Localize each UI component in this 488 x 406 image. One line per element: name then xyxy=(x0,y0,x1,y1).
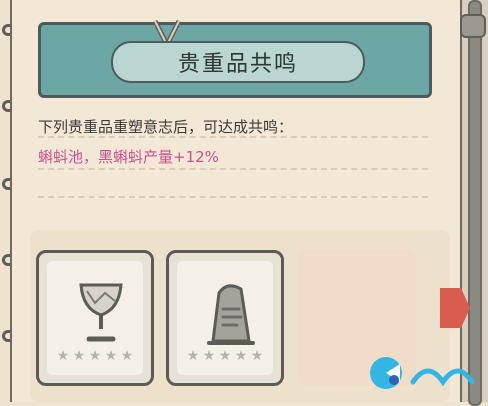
ruled-line xyxy=(38,168,428,170)
title-pill: 贵重品共鸣 xyxy=(111,41,365,83)
item-card-stone-tablet[interactable]: ★ ★ ★ ★ ★ xyxy=(166,250,284,386)
resonance-bonus: 蝌蚪池，黑蝌蚪产量+12% xyxy=(38,148,219,166)
star-icon: ★ xyxy=(202,348,216,364)
star-icon: ★ xyxy=(88,348,102,364)
ruled-line xyxy=(38,136,428,138)
right-edge xyxy=(460,0,488,406)
star-icon: ★ xyxy=(56,348,70,364)
star-icon: ★ xyxy=(250,348,264,364)
chalice-icon xyxy=(79,283,123,342)
resonance-description: 下列贵重品重塑意志后，可达成共鸣： xyxy=(38,118,294,136)
title-banner: 贵重品共鸣 xyxy=(38,19,432,98)
journal-page: 贵重品共鸣 下列贵重品重塑意志后，可达成共鸣： 蝌蚪池，黑蝌蚪产量+12% ★ … xyxy=(10,0,462,402)
star-icon: ★ xyxy=(72,348,86,364)
star-icon: ★ xyxy=(186,348,200,364)
ruled-line xyxy=(38,196,428,198)
watermark-logo xyxy=(370,357,475,389)
rating-stars: ★ ★ ★ ★ ★ xyxy=(47,349,143,363)
star-icon: ★ xyxy=(234,348,248,364)
star-icon: ★ xyxy=(218,348,232,364)
page-title: 贵重品共鸣 xyxy=(177,52,298,77)
stone-tablet-icon xyxy=(207,284,255,345)
rating-stars: ★ ★ ★ ★ ★ xyxy=(177,349,273,363)
star-icon: ★ xyxy=(104,348,118,364)
right-knob xyxy=(460,14,486,38)
card-inner: ★ ★ ★ ★ ★ xyxy=(47,261,143,375)
item-card-chalice[interactable]: ★ ★ ★ ★ ★ xyxy=(36,250,154,386)
star-icon: ★ xyxy=(120,348,134,364)
right-strip xyxy=(468,0,482,406)
card-inner: ★ ★ ★ ★ ★ xyxy=(177,261,273,375)
